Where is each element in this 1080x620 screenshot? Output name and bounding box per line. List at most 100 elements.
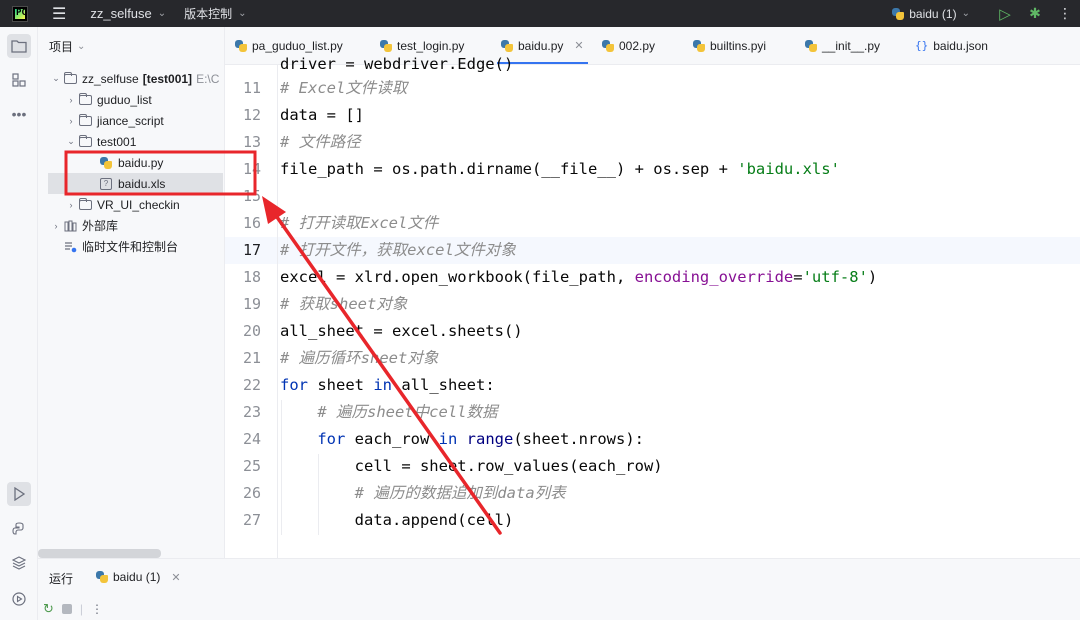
line-number[interactable]: 19: [225, 291, 261, 318]
title-bar: PC ☰ zz_selfuse ⌄ 版本控制 ⌄ baidu (1) ⌄ ▷ ✱…: [0, 0, 1080, 27]
tree-item-label: zz_selfuse: [82, 71, 139, 86]
code-line[interactable]: # 打开文件，获取excel文件对象: [280, 237, 516, 264]
tree-item-label: 临时文件和控制台: [82, 240, 179, 254]
project-panel-header[interactable]: 项目 ⌄: [38, 27, 224, 65]
code-line[interactable]: cell = sheet.row_values(each_row): [280, 453, 663, 480]
line-number[interactable]: 26: [225, 480, 261, 507]
more-options-icon[interactable]: ⋮: [91, 602, 103, 616]
line-number[interactable]: 20: [225, 318, 261, 345]
main-menu-icon[interactable]: ☰: [52, 4, 66, 24]
code-line-partial: driver = webdriver.Edge(): [280, 55, 514, 73]
code-line[interactable]: for sheet in all_sheet:: [280, 372, 495, 399]
code-line[interactable]: all_sheet = excel.sheets(): [280, 318, 523, 345]
tree-item-external-libraries[interactable]: › 外部库: [38, 215, 224, 236]
python-file-icon: [602, 39, 614, 52]
more-actions-icon[interactable]: ⋮: [1050, 5, 1080, 22]
line-number[interactable]: 15: [225, 183, 261, 210]
python-console-icon[interactable]: [7, 517, 31, 541]
run-panel-title: 运行: [49, 572, 74, 586]
tab-label: builtins.pyi: [710, 38, 767, 53]
tree-item-test001[interactable]: ⌄ test001: [38, 131, 224, 152]
stop-icon[interactable]: [61, 604, 72, 614]
code-line[interactable]: excel = xlrd.open_workbook(file_path, en…: [280, 264, 877, 291]
chevron-right-icon: ›: [69, 199, 73, 210]
code-line[interactable]: # 遍历sheet中cell数据: [280, 399, 497, 426]
more-tools-icon[interactable]: •••: [7, 102, 31, 126]
pycharm-logo-icon[interactable]: PC: [12, 5, 28, 22]
code-line[interactable]: # 打开读取Excel文件: [280, 210, 438, 237]
line-number[interactable]: 13: [225, 129, 261, 156]
line-number[interactable]: 17: [225, 237, 261, 264]
tree-item-label: baidu.py: [118, 155, 164, 170]
chevron-down-icon: ⌄: [77, 40, 86, 52]
layers-icon[interactable]: [7, 551, 31, 575]
line-number[interactable]: 22: [225, 372, 261, 399]
vcs-menu[interactable]: 版本控制 ⌄: [184, 5, 246, 22]
json-file-icon: {}: [915, 39, 929, 52]
chevron-down-icon: ⌄: [238, 8, 247, 19]
line-number[interactable]: 18: [225, 264, 261, 291]
tab-label: __init__.py: [822, 38, 881, 53]
code-line[interactable]: # 遍历的数据追加到data列表: [280, 480, 566, 507]
line-number[interactable]: 16: [225, 210, 261, 237]
line-number[interactable]: 27: [225, 507, 261, 534]
tree-item-baidu-py[interactable]: baidu.py: [38, 152, 224, 173]
chevron-right-icon: ›: [54, 220, 58, 231]
line-number[interactable]: 14: [225, 156, 261, 183]
python-file-icon: [380, 39, 392, 52]
line-number[interactable]: 23: [225, 399, 261, 426]
tree-item-vr-ui-checkin[interactable]: › VR_UI_checkin: [38, 194, 224, 215]
code-line[interactable]: # 文件路径: [280, 129, 361, 156]
run-tab-label: baidu (1): [113, 570, 161, 584]
debug-icon[interactable]: ✱: [1020, 5, 1050, 22]
structure-tool-icon[interactable]: [7, 68, 31, 92]
tree-item-jiance-script[interactable]: › jiance_script: [38, 110, 224, 131]
left-tool-strip: •••: [0, 27, 38, 620]
tree-item-guduo-list[interactable]: › guduo_list: [38, 89, 224, 110]
close-icon[interactable]: ✕: [171, 571, 180, 584]
tree-item-label: test001: [97, 134, 137, 149]
chevron-right-icon: ›: [69, 115, 73, 126]
run-tool-icon[interactable]: [7, 482, 31, 506]
tree-item-zz-selfuse[interactable]: ⌄ zz_selfuse [test001] E:\C: [38, 68, 224, 89]
close-icon[interactable]: ✕: [574, 39, 583, 52]
code-line[interactable]: file_path = os.path.dirname(__file__) + …: [280, 156, 840, 183]
code-line[interactable]: # 获取sheet对象: [280, 291, 407, 318]
horizontal-scrollbar[interactable]: [38, 549, 161, 558]
project-panel-title: 项目: [49, 39, 74, 54]
python-file-icon: [501, 39, 513, 52]
tab-002[interactable]: 002.py: [602, 27, 655, 64]
line-number[interactable]: 24: [225, 426, 261, 453]
line-number[interactable]: 21: [225, 345, 261, 372]
tab-builtins[interactable]: builtins.pyi: [693, 27, 766, 64]
tree-item-label: guduo_list: [97, 92, 152, 107]
code-line[interactable]: data = []: [280, 102, 364, 129]
scratches-icon: [62, 240, 78, 254]
rerun-icon[interactable]: ↻: [43, 601, 54, 617]
run-tab-baidu[interactable]: baidu (1) ✕: [96, 570, 181, 584]
toolbar-divider: |: [79, 602, 84, 616]
project-tool-icon[interactable]: [7, 34, 31, 58]
gutter-divider: [277, 65, 278, 558]
code-line[interactable]: data.append(cell): [280, 507, 514, 534]
run-config-selector[interactable]: baidu (1) ⌄: [892, 7, 970, 21]
tree-item-scratches[interactable]: 临时文件和控制台: [38, 236, 224, 257]
tab-init[interactable]: __init__.py: [805, 27, 880, 64]
python-icon: [892, 7, 905, 20]
python-file-icon: [98, 156, 114, 170]
run-icon[interactable]: ▷: [990, 5, 1020, 23]
line-number[interactable]: 25: [225, 453, 261, 480]
code-line[interactable]: # Excel文件读取: [280, 75, 407, 102]
project-switcher[interactable]: zz_selfuse ⌄: [90, 6, 166, 21]
tree-item-label: jiance_script: [97, 113, 164, 128]
project-panel: 项目 ⌄ ⌄ zz_selfuse [test001] E:\C › guduo…: [38, 27, 225, 558]
services-icon[interactable]: [7, 587, 31, 611]
code-line[interactable]: for each_row in range(sheet.nrows):: [280, 426, 644, 453]
tree-item-baidu-xls[interactable]: ? baidu.xls: [48, 173, 223, 194]
tab-baidu-json[interactable]: {} baidu.json: [915, 27, 988, 64]
line-number[interactable]: 11: [225, 75, 261, 102]
code-line[interactable]: # 遍历循环sheet对象: [280, 345, 438, 372]
folder-icon: [77, 197, 93, 212]
folder-icon: [62, 71, 78, 86]
line-number[interactable]: 12: [225, 102, 261, 129]
